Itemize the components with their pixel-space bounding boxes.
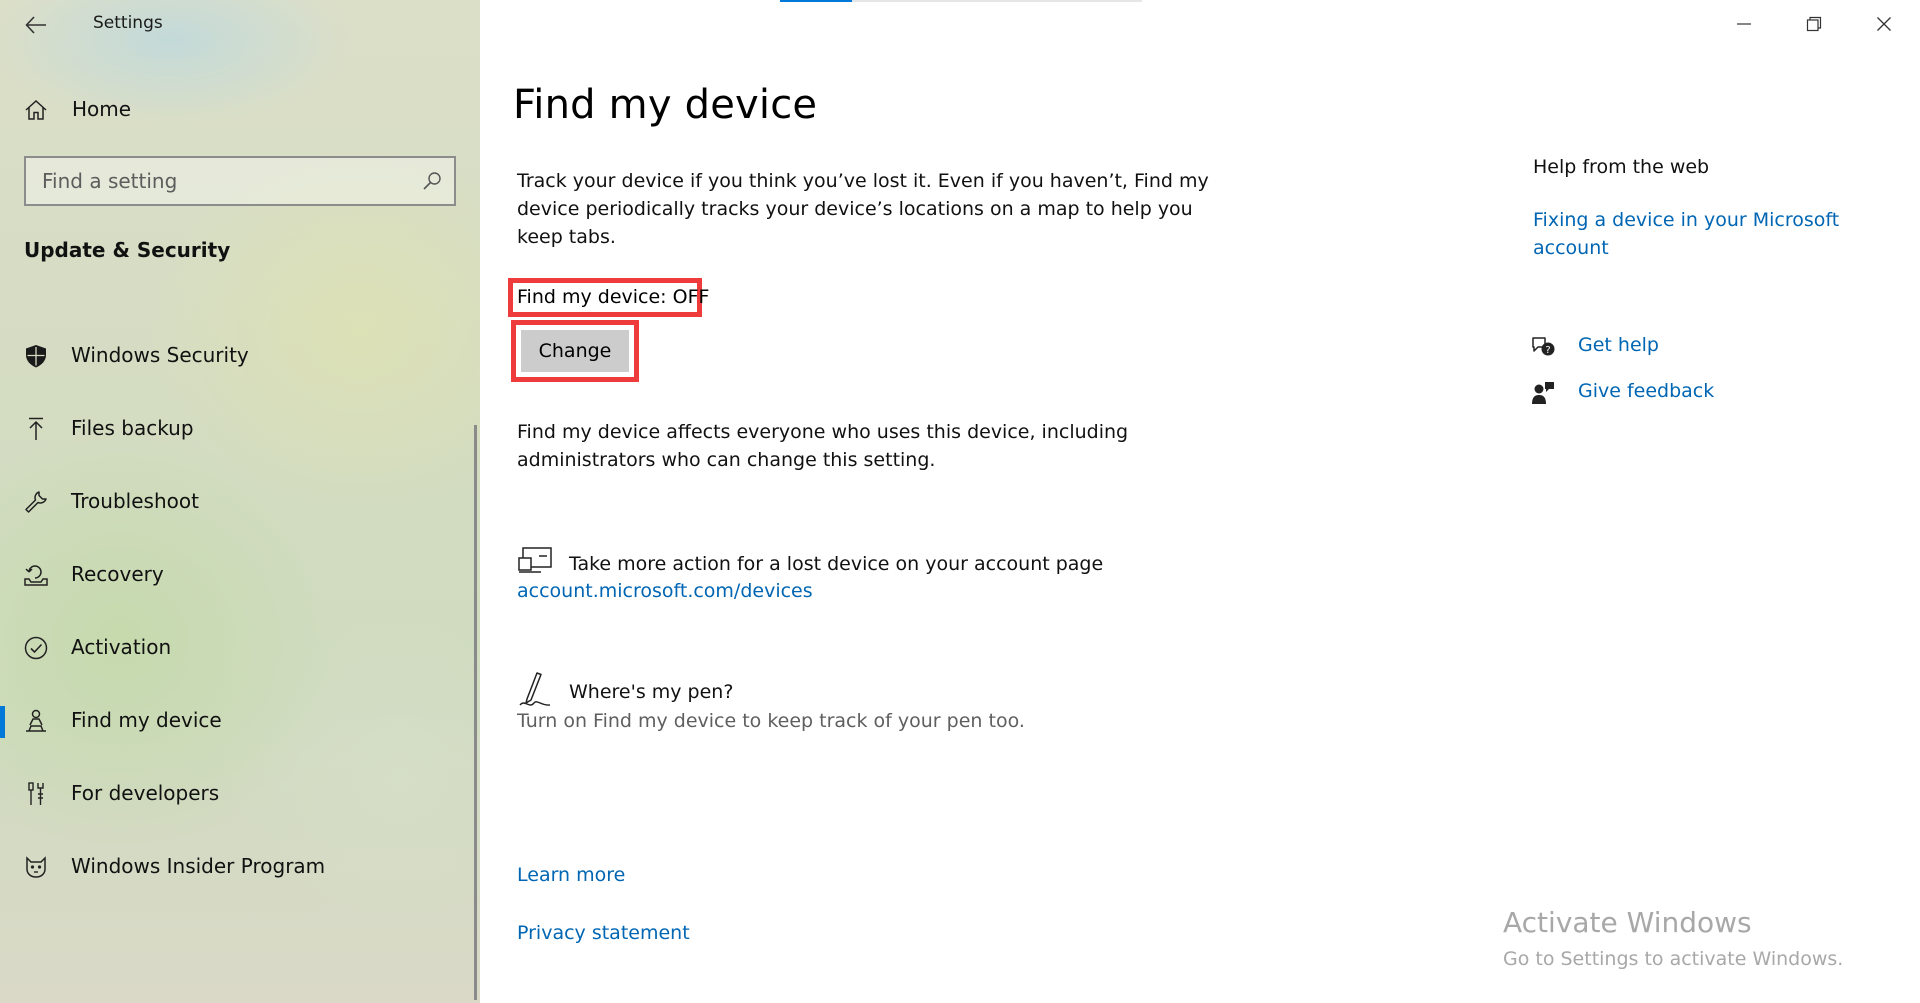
sidebar-scrollbar[interactable]: [474, 425, 477, 1000]
sidebar-item-for-developers[interactable]: For developers: [0, 768, 472, 820]
sidebar-item-label: Files backup: [71, 416, 194, 440]
get-help-link[interactable]: Get help: [1578, 334, 1659, 356]
person-location-icon: [23, 708, 49, 734]
selected-indicator: [0, 706, 5, 738]
app-title: Settings: [93, 13, 163, 33]
pen-subtitle: Turn on Find my device to keep track of …: [517, 710, 1025, 732]
account-action-title: Take more action for a lost device on yo…: [569, 553, 1104, 575]
wrench-icon: [23, 489, 49, 515]
search-box: [24, 156, 456, 206]
get-help-icon: ?: [1530, 334, 1556, 360]
checkmark-circle-icon: [23, 635, 49, 661]
help-article-link[interactable]: Fixing a device in your Microsoft accoun…: [1533, 206, 1863, 262]
sidebar-item-label: For developers: [71, 781, 220, 805]
find-my-device-status: Find my device: OFF: [517, 286, 710, 308]
give-feedback-row[interactable]: Give feedback: [1530, 376, 1830, 410]
sidebar-item-files-backup[interactable]: Files backup: [0, 403, 472, 455]
privacy-statement-link[interactable]: Privacy statement: [517, 922, 690, 944]
sidebar-item-windows-security[interactable]: Windows Security: [0, 330, 472, 382]
section-title: Update & Security: [24, 238, 231, 262]
pen-title: Where's my pen?: [569, 681, 734, 703]
give-feedback-icon: [1530, 380, 1556, 406]
sidebar-item-label: Activation: [71, 635, 172, 659]
svg-text:?: ?: [1545, 345, 1550, 356]
search-icon[interactable]: [422, 171, 442, 191]
sidebar-item-label: Recovery: [71, 562, 164, 586]
page-title: Find my device: [513, 82, 818, 128]
learn-more-link[interactable]: Learn more: [517, 864, 625, 886]
home-icon: [24, 98, 48, 122]
recovery-icon: [23, 562, 49, 588]
settings-window: Settings Home Update & Security: [0, 0, 1920, 1003]
developer-tools-icon: [23, 781, 49, 807]
insider-cat-icon: [23, 854, 49, 880]
get-help-row[interactable]: ? Get help: [1530, 330, 1830, 364]
back-arrow-icon: [25, 16, 46, 34]
title-bar: Settings: [0, 0, 480, 50]
sidebar-item-recovery[interactable]: Recovery: [0, 549, 472, 601]
pen-icon: [517, 669, 555, 706]
sidebar-item-home[interactable]: Home: [0, 88, 480, 132]
account-devices-link[interactable]: account.microsoft.com/devices: [517, 580, 813, 602]
search-input[interactable]: [26, 158, 406, 204]
sidebar-item-activation[interactable]: Activation: [0, 622, 472, 674]
sidebar-item-label: Troubleshoot: [71, 489, 199, 513]
activate-windows-watermark: Activate Windows: [1503, 906, 1752, 939]
sidebar-item-find-my-device[interactable]: Find my device: [0, 695, 472, 747]
give-feedback-link[interactable]: Give feedback: [1578, 380, 1714, 402]
sidebar-item-label: Windows Security: [71, 343, 249, 367]
sidebar-item-label: Home: [72, 97, 132, 121]
affects-note: Find my device affects everyone who uses…: [517, 421, 1129, 471]
activate-windows-subtitle: Go to Settings to activate Windows.: [1503, 948, 1844, 970]
help-title: Help from the web: [1533, 156, 1710, 178]
shield-icon: [23, 343, 49, 369]
sidebar: Settings Home Update & Security: [0, 0, 480, 1003]
sidebar-item-label: Windows Insider Program: [71, 854, 326, 878]
main-content: Find my device Track your device if you …: [480, 0, 1920, 1003]
upload-arrow-icon: [23, 416, 49, 442]
description-text: Track your device if you think you’ve lo…: [517, 170, 1209, 248]
change-button[interactable]: Change: [521, 330, 629, 372]
sidebar-item-label: Find my device: [71, 708, 222, 732]
pen-row: Where's my pen?: [517, 669, 1217, 709]
lost-device-icon: [517, 546, 555, 578]
sidebar-item-windows-insider[interactable]: Windows Insider Program: [0, 841, 472, 893]
back-button[interactable]: [18, 8, 54, 42]
sidebar-item-troubleshoot[interactable]: Troubleshoot: [0, 476, 472, 528]
